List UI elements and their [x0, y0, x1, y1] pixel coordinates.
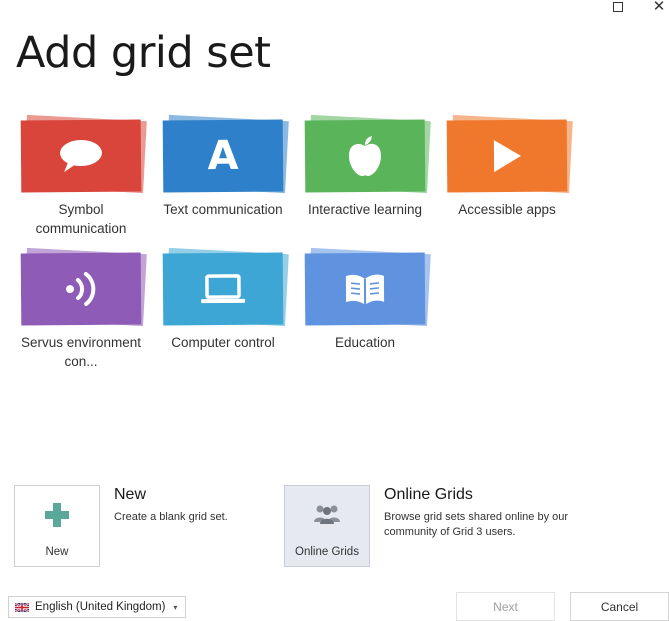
close-icon: ✕ — [652, 0, 666, 15]
tile-card — [304, 247, 431, 327]
tile-card — [20, 114, 147, 194]
tile-card — [446, 114, 573, 194]
close-button[interactable]: ✕ — [645, 0, 669, 14]
tile-card — [162, 247, 289, 327]
online-grids-caption: Online Grids — [295, 546, 359, 558]
letter-a-icon: A — [207, 132, 239, 180]
tile-accessible-apps[interactable]: Accessible apps — [440, 114, 574, 219]
signal-waves-icon — [66, 271, 96, 306]
tile-symbol-communication[interactable]: Symbol communication — [14, 114, 148, 238]
play-icon — [493, 140, 521, 173]
tile-label: Computer control — [171, 335, 275, 350]
tile-label: Education — [334, 335, 396, 350]
laptop-icon — [201, 274, 246, 304]
maximize-button[interactable] — [604, 0, 632, 14]
tile-label: Interactive learning — [307, 202, 423, 217]
tile-label: Accessible apps — [458, 202, 556, 217]
tile-card — [20, 247, 147, 327]
open-book-icon — [345, 274, 385, 306]
language-value: English (United Kingdom) — [35, 601, 166, 613]
tile-text-communication[interactable]: A Text communication — [156, 114, 290, 219]
page-title: Add grid set — [16, 28, 271, 78]
apple-icon — [349, 135, 381, 177]
tile-card: A — [162, 114, 289, 194]
new-option-description: Create a blank grid set. — [114, 511, 228, 523]
tile-label: Text communication — [163, 202, 283, 217]
plus-icon — [45, 503, 69, 527]
online-grids-title: Online Grids — [384, 486, 473, 503]
tile-education[interactable]: Education — [298, 247, 432, 352]
maximize-icon — [613, 2, 623, 12]
tile-label: Servus environment con... — [20, 335, 142, 369]
tile-interactive-learning[interactable]: Interactive learning — [298, 114, 432, 219]
online-grids-button[interactable]: Online Grids — [284, 485, 370, 567]
new-grid-set-button[interactable]: New — [14, 485, 100, 567]
cancel-button[interactable]: Cancel — [570, 592, 669, 621]
online-grids-description: Browse grid sets shared online by our co… — [384, 511, 569, 538]
tile-computer-control[interactable]: Computer control — [156, 247, 290, 352]
tile-card — [304, 114, 431, 194]
language-select[interactable]: English (United Kingdom) ▾ — [8, 596, 186, 618]
new-option-title: New — [114, 486, 147, 503]
tile-label: Symbol communication — [35, 202, 127, 236]
next-button[interactable]: Next — [456, 592, 555, 621]
tile-servus-environment-control[interactable]: Servus environment con... — [14, 247, 148, 371]
people-icon — [314, 505, 340, 524]
chevron-down-icon: ▾ — [173, 602, 178, 612]
uk-flag-icon — [15, 602, 29, 612]
new-button-caption: New — [45, 546, 69, 558]
speech-bubble-icon — [59, 139, 102, 173]
